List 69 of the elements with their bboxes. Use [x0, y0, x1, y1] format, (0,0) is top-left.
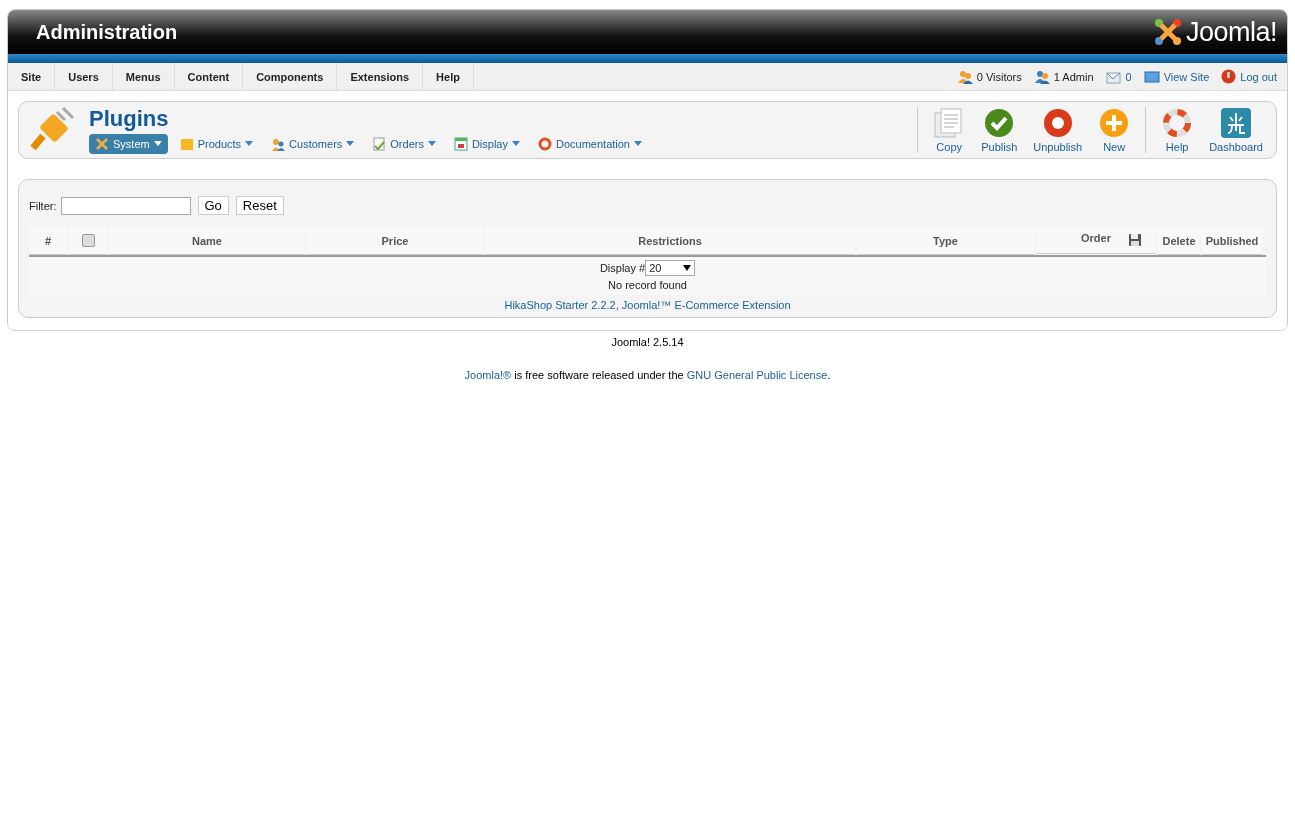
column-header: Delete — [1158, 227, 1200, 255]
caret-icon — [153, 141, 162, 147]
caret-icon — [427, 141, 436, 147]
empty-message: No record found — [608, 279, 687, 291]
publish-button[interactable]: Publish — [974, 107, 1025, 153]
status-text: 1 Admin — [1053, 70, 1094, 83]
stop-icon — [1041, 107, 1074, 139]
users-icon — [956, 68, 973, 85]
checklist-icon — [372, 137, 387, 151]
lifebuoy-icon — [1161, 107, 1194, 139]
submenu-item[interactable]: Customers — [265, 134, 361, 154]
submenu-item[interactable]: Orders — [366, 134, 442, 154]
users-icon — [1033, 68, 1050, 85]
menu-item[interactable]: Components — [243, 63, 338, 90]
select-all-checkbox[interactable] — [81, 234, 95, 247]
caret-icon — [245, 141, 254, 147]
credit-link[interactable]: HikaShop Starter 2.2.2, Joomla!™ E-Commerce Extension — [504, 299, 791, 311]
dashboard-button[interactable]: Dashboard — [1202, 107, 1270, 153]
column-header: Published — [1202, 227, 1262, 255]
dashboard-icon — [1220, 107, 1253, 139]
column-header: Order — [1036, 227, 1156, 254]
plus-icon — [1098, 107, 1131, 139]
status-link[interactable]: Log out — [1240, 70, 1277, 83]
logo-text: Joomla! — [1185, 16, 1277, 48]
column-header: Name — [109, 227, 305, 255]
checkmark-icon — [983, 107, 1016, 139]
column-header: Restrictions — [485, 227, 855, 255]
help-button[interactable]: Help — [1154, 107, 1201, 153]
go-button[interactable]: Go — [197, 196, 229, 215]
column-header: Type — [857, 227, 1034, 255]
users-icon — [271, 137, 286, 151]
status-link[interactable]: View Site — [1163, 70, 1210, 83]
header-title: Administration — [36, 20, 178, 44]
menu-item[interactable]: Menus — [112, 63, 175, 90]
caret-icon — [346, 141, 355, 147]
filter-field[interactable] — [60, 196, 191, 215]
filter-label: Filter: — [29, 199, 57, 212]
status-text: 0 Visitors — [976, 70, 1022, 83]
menu-item[interactable]: Help — [423, 63, 474, 90]
submenu-item[interactable]: System — [89, 134, 168, 154]
column-header: Price — [307, 227, 483, 255]
submenu-item[interactable]: Products — [173, 134, 260, 154]
license-text: Joomla!® is free software released under the GNU General Public License. — [464, 369, 831, 381]
unpublish-button[interactable]: Unpublish — [1026, 107, 1090, 153]
power-icon — [1221, 69, 1237, 84]
footer-link[interactable]: Joomla!® — [464, 369, 512, 381]
new-button[interactable]: New — [1091, 107, 1138, 153]
menu-item[interactable]: Extensions — [337, 63, 424, 90]
status-link[interactable]: 0 — [1125, 70, 1132, 83]
lifebuoy-icon — [538, 137, 552, 151]
page-title: Plugins — [89, 106, 170, 132]
display-label: Display # — [599, 262, 646, 274]
envelope-icon — [1105, 69, 1122, 84]
copy-button[interactable]: Copy — [926, 107, 973, 153]
box-icon — [179, 137, 194, 151]
submenu-item[interactable]: Documentation — [532, 134, 648, 154]
window-icon — [453, 137, 468, 151]
version-text: Joomla! 2.5.14 — [611, 336, 684, 348]
menu-item[interactable]: Content — [174, 63, 244, 90]
display-select[interactable]: 20 — [645, 260, 696, 276]
caret-icon — [683, 265, 692, 271]
monitor-icon — [1143, 70, 1160, 83]
reset-button[interactable]: Reset — [235, 196, 284, 215]
submenu-item[interactable]: Display — [447, 134, 526, 154]
menu-item[interactable]: Users — [55, 63, 113, 90]
column-header: # — [29, 227, 67, 255]
menu-item[interactable]: Site — [8, 63, 56, 90]
caret-icon — [512, 141, 520, 147]
caret-icon — [634, 141, 642, 147]
